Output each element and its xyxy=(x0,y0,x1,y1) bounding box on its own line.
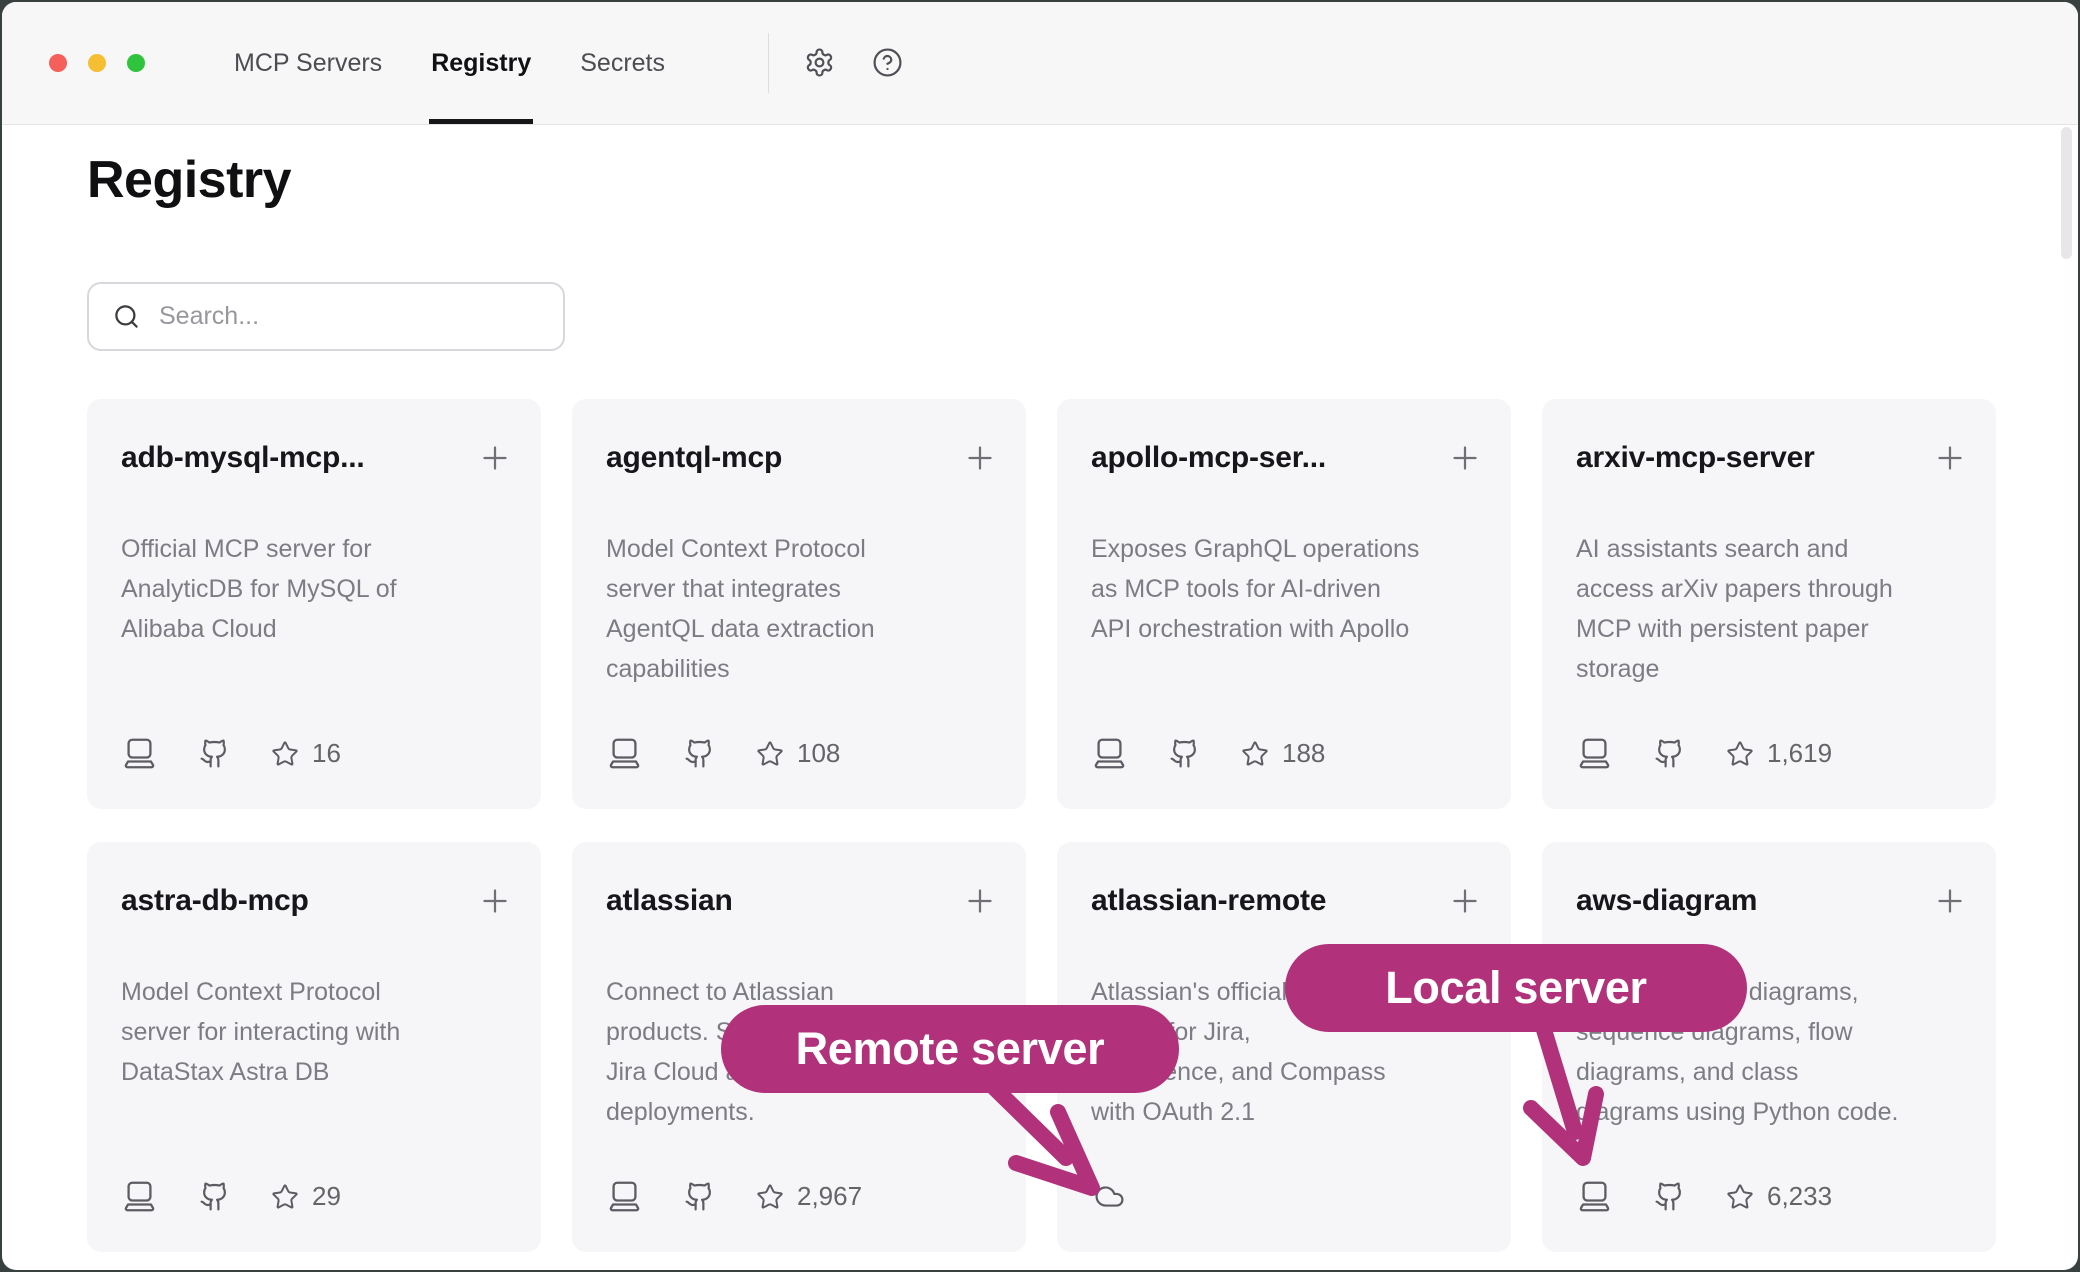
add-server-button[interactable] xyxy=(1447,440,1483,476)
minimize-button[interactable] xyxy=(88,54,106,72)
star-icon xyxy=(756,740,784,768)
add-server-button[interactable] xyxy=(1447,883,1483,919)
card-header: astra-db-mcp xyxy=(121,880,513,922)
server-name: arxiv-mcp-server xyxy=(1576,441,1815,475)
laptop-icon xyxy=(606,1181,643,1212)
server-description: Model Context Protocol server for intera… xyxy=(121,972,513,1092)
card-footer: 2,967 xyxy=(606,1181,862,1212)
search-icon xyxy=(113,303,140,330)
laptop-icon xyxy=(121,1181,158,1212)
add-server-button[interactable] xyxy=(962,440,998,476)
toolbar-divider xyxy=(768,33,769,93)
add-server-button[interactable] xyxy=(1932,883,1968,919)
card-header: adb-mysql-mcp... xyxy=(121,437,513,479)
star-icon xyxy=(271,740,299,768)
server-card-grid: adb-mysql-mcp... Official MCP server for… xyxy=(87,399,1996,1252)
star-icon xyxy=(1241,740,1269,768)
server-card-agentql-mcp[interactable]: agentql-mcp Model Context Protocol serve… xyxy=(572,399,1026,809)
search-box[interactable] xyxy=(87,282,565,351)
star-count: 16 xyxy=(312,738,341,769)
laptop-icon xyxy=(121,738,158,769)
card-header: atlassian-remote xyxy=(1091,880,1483,922)
page-title: Registry xyxy=(87,150,291,210)
laptop-icon xyxy=(1576,738,1613,769)
server-name: aws-diagram xyxy=(1576,884,1757,918)
tab-mcp-servers[interactable]: MCP Servers xyxy=(234,2,382,124)
add-server-button[interactable] xyxy=(477,883,513,919)
server-description: Exposes GraphQL operations as MCP tools … xyxy=(1091,529,1483,649)
card-footer: 6,233 xyxy=(1576,1181,1832,1212)
laptop-icon xyxy=(606,738,643,769)
cloud-icon xyxy=(1091,1181,1128,1212)
tab-registry[interactable]: Registry xyxy=(431,2,531,124)
server-card-arxiv-mcp-server[interactable]: arxiv-mcp-server AI assistants search an… xyxy=(1542,399,1996,809)
server-card-apollo-mcp-server[interactable]: apollo-mcp-ser... Exposes GraphQL operat… xyxy=(1057,399,1511,809)
card-header: arxiv-mcp-server xyxy=(1576,437,1968,479)
server-card-adb-mysql-mcp[interactable]: adb-mysql-mcp... Official MCP server for… xyxy=(87,399,541,809)
remote-server-callout: Remote server xyxy=(721,1005,1179,1093)
laptop-icon xyxy=(1091,738,1128,769)
remote-server-callout-label: Remote server xyxy=(796,1023,1105,1075)
card-footer xyxy=(1091,1181,1128,1212)
add-server-button[interactable] xyxy=(477,440,513,476)
server-description: AI assistants search and access arXiv pa… xyxy=(1576,529,1968,689)
github-icon[interactable] xyxy=(1654,1181,1685,1212)
local-server-callout: Local server xyxy=(1285,944,1747,1032)
github-icon[interactable] xyxy=(684,738,715,769)
close-button[interactable] xyxy=(49,54,67,72)
vertical-scrollbar-thumb[interactable] xyxy=(2061,127,2072,259)
star-count: 6,233 xyxy=(1767,1181,1832,1212)
tab-secrets[interactable]: Secrets xyxy=(580,2,665,124)
star-icon xyxy=(756,1183,784,1211)
server-name: atlassian-remote xyxy=(1091,884,1326,918)
server-name: astra-db-mcp xyxy=(121,884,309,918)
server-name: agentql-mcp xyxy=(606,441,782,475)
star-count: 108 xyxy=(797,738,840,769)
star-count: 2,967 xyxy=(797,1181,862,1212)
card-header: aws-diagram xyxy=(1576,880,1968,922)
add-server-button[interactable] xyxy=(962,883,998,919)
tab-label: MCP Servers xyxy=(234,49,382,78)
tab-label: Secrets xyxy=(580,49,665,78)
card-header: atlassian xyxy=(606,880,998,922)
traffic-lights xyxy=(49,54,145,72)
card-header: apollo-mcp-ser... xyxy=(1091,437,1483,479)
main-tabs: MCP Servers Registry Secrets xyxy=(234,2,665,124)
card-footer: 29 xyxy=(121,1181,341,1212)
github-icon[interactable] xyxy=(1169,738,1200,769)
tab-label: Registry xyxy=(431,49,531,78)
title-bar: MCP Servers Registry Secrets xyxy=(2,2,2078,125)
server-name: adb-mysql-mcp... xyxy=(121,441,365,475)
help-icon[interactable] xyxy=(872,47,903,78)
add-server-button[interactable] xyxy=(1932,440,1968,476)
server-name: apollo-mcp-ser... xyxy=(1091,441,1326,475)
github-icon[interactable] xyxy=(684,1181,715,1212)
star-count: 1,619 xyxy=(1767,738,1832,769)
server-card-astra-db-mcp[interactable]: astra-db-mcp Model Context Protocol serv… xyxy=(87,842,541,1252)
github-icon[interactable] xyxy=(1654,738,1685,769)
server-description: Model Context Protocol server that integ… xyxy=(606,529,998,689)
card-header: agentql-mcp xyxy=(606,437,998,479)
server-name: atlassian xyxy=(606,884,733,918)
card-footer: 16 xyxy=(121,738,341,769)
server-description: Official MCP server for AnalyticDB for M… xyxy=(121,529,513,649)
zoom-button[interactable] xyxy=(127,54,145,72)
card-footer: 108 xyxy=(606,738,840,769)
local-server-callout-label: Local server xyxy=(1385,962,1647,1014)
star-icon xyxy=(271,1183,299,1211)
github-icon[interactable] xyxy=(199,738,230,769)
github-icon[interactable] xyxy=(199,1181,230,1212)
star-count: 188 xyxy=(1282,738,1325,769)
server-card-aws-diagram[interactable]: aws-diagram Generate AWS diagrams, seque… xyxy=(1542,842,1996,1252)
card-footer: 1,619 xyxy=(1576,738,1832,769)
star-count: 29 xyxy=(312,1181,341,1212)
star-icon xyxy=(1726,740,1754,768)
star-icon xyxy=(1726,1183,1754,1211)
settings-gear-icon[interactable] xyxy=(804,47,835,78)
search-input[interactable] xyxy=(157,301,551,332)
laptop-icon xyxy=(1576,1181,1613,1212)
app-window: MCP Servers Registry Secrets Registry ad… xyxy=(2,2,2078,1270)
card-footer: 188 xyxy=(1091,738,1325,769)
